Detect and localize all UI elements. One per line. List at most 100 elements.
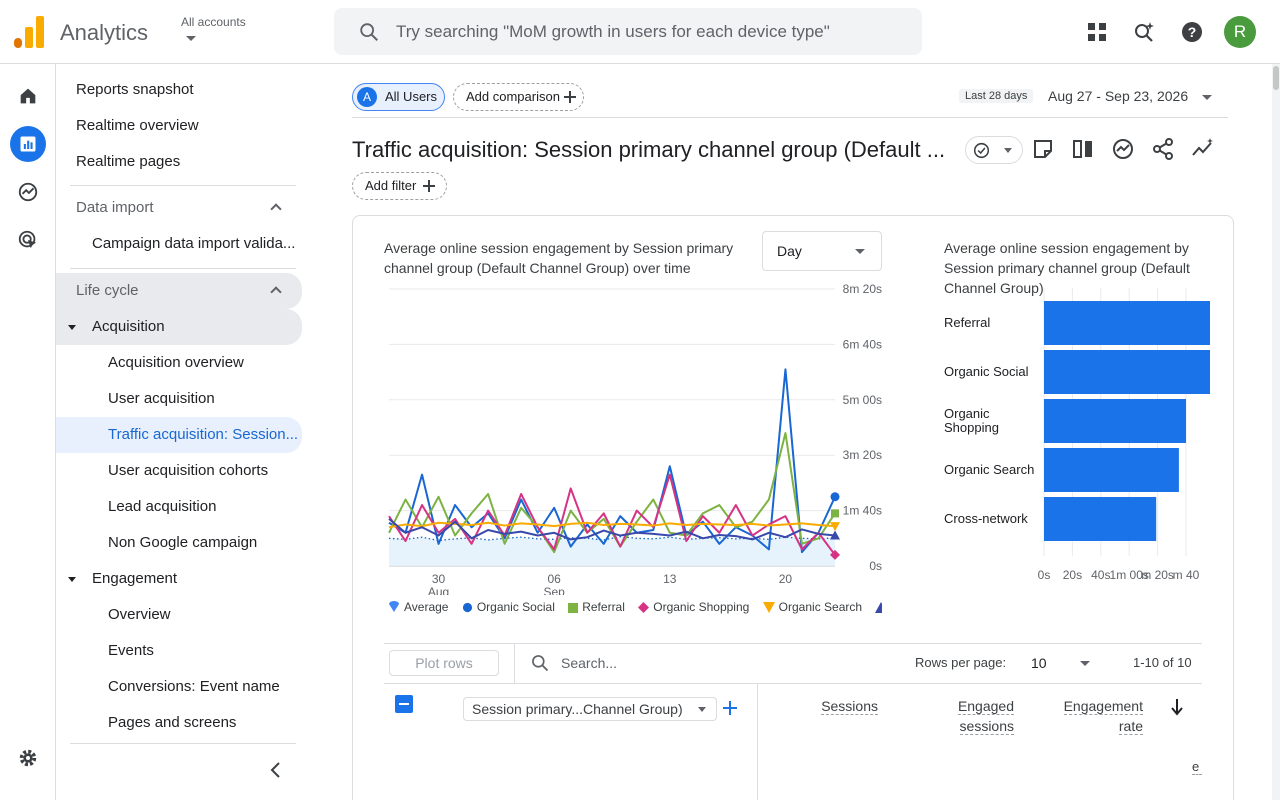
add-comparison-button[interactable]: Add comparison [453, 83, 584, 111]
legend-average-icon [389, 601, 399, 612]
compare-columns-icon[interactable] [1071, 137, 1095, 161]
series-line-referral[interactable] [388, 432, 836, 554]
rows-per-page-select[interactable]: 10 [1031, 655, 1047, 671]
report-status-dropdown[interactable] [965, 136, 1023, 164]
bar-referral[interactable] [1044, 301, 1210, 345]
nav-section-life-cycle[interactable]: Life cycle [56, 273, 302, 309]
global-search[interactable] [334, 8, 922, 55]
legend-label: Organic Social [476, 600, 555, 614]
insights-note-icon[interactable] [1031, 137, 1055, 161]
nav-group-label: Engagement [92, 570, 178, 587]
bar-organic-search[interactable] [1044, 448, 1179, 492]
report-navigation: Reports snapshot Realtime overview Realt… [56, 64, 310, 800]
legend-item-organic-social[interactable]: Organic Social [462, 600, 555, 614]
svg-text:?: ? [1188, 24, 1197, 40]
chevron-up-icon[interactable] [270, 286, 282, 298]
expand-arrow-icon[interactable] [68, 325, 76, 330]
nav-section-label: Data import [76, 199, 154, 216]
plus-icon [564, 91, 576, 103]
legend-triangle-up-icon [875, 602, 882, 613]
add-dimension-plus-icon[interactable] [723, 701, 737, 715]
nav-events[interactable]: Events [56, 636, 302, 666]
legend-item-organic-search[interactable]: Organic Search [762, 600, 862, 614]
page-scrollbar[interactable] [1272, 64, 1280, 800]
home-icon[interactable] [10, 78, 46, 114]
line-chart-title: Average online session engagement by Ses… [384, 240, 734, 276]
legend-square-icon [568, 603, 579, 613]
reports-icon[interactable] [10, 126, 46, 162]
insights-sparkle-icon[interactable] [1191, 137, 1215, 161]
bar-organic-shopping[interactable] [1044, 399, 1186, 443]
column-header-sessions[interactable]: Sessions [800, 696, 878, 716]
nav-user-acquisition-cohorts[interactable]: User acquisition cohorts [56, 456, 302, 486]
nav-section-data-import[interactable]: Data import [56, 193, 302, 223]
explore-icon[interactable] [10, 174, 46, 210]
nav-pages-and-screens[interactable]: Pages and screens [56, 708, 302, 738]
help-icon[interactable]: ? [1180, 20, 1204, 44]
nav-conversions[interactable]: Conversions: Event name [56, 672, 302, 702]
legend-item-unassigned[interactable]: U [875, 600, 882, 614]
bar-organic-social[interactable] [1044, 350, 1210, 394]
search-icon [360, 23, 378, 41]
line-chart[interactable]: 8m 20s 6m 40s 5m 00s 3m 20s 1m 40s 0s 30Aug 06… [380, 280, 890, 595]
bar-chart[interactable]: Referral Organic Social OrganicShopping Org… [938, 288, 1210, 588]
expand-arrow-icon[interactable] [68, 577, 76, 582]
apps-grid-icon[interactable] [1085, 20, 1109, 44]
legend-circle-icon [462, 602, 472, 613]
dimension-select[interactable]: Session primary...Channel Group) [463, 697, 717, 721]
series-endpoint-referral[interactable] [831, 509, 839, 518]
top-app-bar: Analytics All accounts ? R [0, 0, 1280, 64]
collapse-nav-chevron-icon[interactable] [266, 760, 286, 780]
nav-realtime-pages[interactable]: Realtime pages [56, 147, 302, 177]
avatar[interactable]: R [1224, 16, 1256, 48]
nav-engagement-overview[interactable]: Overview [56, 600, 302, 630]
add-filter-button[interactable]: Add filter [352, 172, 447, 200]
nav-lead-acquisition[interactable]: Lead acquisition [56, 492, 302, 522]
nav-group-acquisition[interactable]: Acquisition [56, 309, 302, 345]
segment-chip-all-users[interactable]: A All Users [352, 83, 445, 111]
nav-group-engagement[interactable]: Engagement [56, 564, 302, 594]
chevron-up-icon[interactable] [270, 203, 282, 215]
legend-item-organic-shopping[interactable]: Organic Shopping [638, 600, 749, 614]
nav-user-acquisition[interactable]: User acquisition [56, 384, 302, 414]
column-header-engagement-rate[interactable]: Engagement rate [1040, 696, 1143, 736]
series-endpoint-organic-social[interactable] [830, 492, 840, 502]
analytics-logo-icon[interactable] [14, 16, 44, 48]
advertising-icon[interactable] [10, 222, 46, 258]
line-chart-legend: Average Organic Social Referral Organic … [388, 600, 882, 618]
table-search-input[interactable] [561, 650, 761, 676]
x-tick-label: 30 [432, 572, 446, 586]
sort-descending-arrow-icon[interactable] [1170, 698, 1184, 716]
column-header-engaged-sessions[interactable]: Engaged sessions [920, 696, 1014, 736]
legend-item-referral[interactable]: Referral [568, 600, 625, 614]
nav-realtime-overview[interactable]: Realtime overview [56, 111, 302, 141]
add-filter-label: Add filter [365, 178, 417, 193]
nav-acquisition-overview[interactable]: Acquisition overview [56, 348, 302, 378]
account-selector[interactable]: All accounts [181, 15, 246, 29]
bar-cross-network[interactable] [1044, 497, 1157, 541]
nav-reports-snapshot[interactable]: Reports snapshot [56, 75, 302, 105]
search-insights-icon[interactable] [1132, 20, 1156, 44]
y-tick-label: 0s [869, 559, 882, 573]
granularity-select[interactable]: Day [762, 231, 882, 271]
legend-label: Referral [582, 600, 625, 614]
column-header-label: Engagement [1063, 698, 1143, 715]
nav-non-google-campaign[interactable]: Non Google campaign [56, 528, 302, 558]
plus-icon [423, 180, 435, 192]
date-range-picker[interactable]: Aug 27 - Sep 23, 2026 [1048, 88, 1188, 104]
share-icon[interactable] [1151, 137, 1175, 161]
scrollbar-thumb[interactable] [1273, 66, 1279, 90]
chevron-down-icon[interactable] [1202, 95, 1212, 100]
page-title: Traffic acquisition: Session primary cha… [352, 137, 946, 162]
chevron-down-icon[interactable] [1080, 661, 1090, 666]
nav-campaign-data-import[interactable]: Campaign data import valida... [56, 229, 302, 259]
date-preset-badge[interactable]: Last 28 days [959, 89, 1034, 103]
account-caret-icon[interactable] [186, 36, 196, 41]
explore-chart-icon[interactable] [1111, 137, 1135, 161]
search-input[interactable] [396, 8, 906, 55]
nav-traffic-acquisition[interactable]: Traffic acquisition: Session... [56, 417, 302, 453]
settings-gear-icon[interactable] [10, 740, 46, 776]
plot-rows-button[interactable]: Plot rows [389, 650, 499, 676]
legend-item-average[interactable]: Average [388, 600, 448, 614]
select-all-checkbox[interactable] [395, 695, 413, 713]
